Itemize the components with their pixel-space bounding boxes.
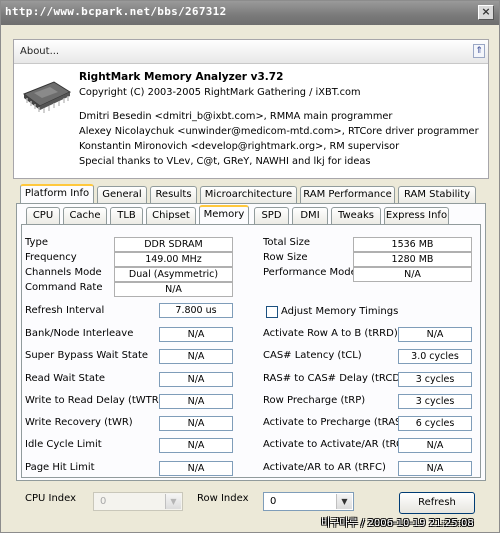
- timing-value: 3 cycles: [398, 372, 472, 387]
- timing-label: Read Wait State: [25, 373, 106, 384]
- about-panel: About... ⇑ RightMark Memory Analyzer v3.…: [13, 39, 489, 179]
- close-button[interactable]: ×: [478, 5, 494, 20]
- title-bar[interactable]: http://www.bcpark.net/bbs/267312 ×: [1, 1, 499, 25]
- type-label: Type: [25, 237, 48, 248]
- row-size-value: 1280 MB: [353, 252, 472, 267]
- timing-label: Activate to Activate/AR (tRC): [263, 439, 407, 450]
- app-name: RightMark Memory Analyzer v3.72: [79, 71, 284, 83]
- tab-memory[interactable]: Memory: [199, 205, 249, 224]
- cpu-index-label: CPU Index: [25, 493, 77, 504]
- timing-label: Idle Cycle Limit: [25, 439, 102, 450]
- tab-cache[interactable]: Cache: [63, 207, 107, 224]
- tab-general[interactable]: General: [97, 186, 147, 203]
- timing-value: N/A: [159, 349, 233, 364]
- performance-mode-label: Performance Mode: [263, 267, 357, 278]
- refresh-interval-value: 7.800 us: [159, 303, 233, 318]
- timing-value: 3 cycles: [398, 394, 472, 409]
- tab-cpu[interactable]: CPU: [26, 207, 60, 224]
- timing-value: N/A: [159, 327, 233, 342]
- tab-chipset[interactable]: Chipset: [146, 207, 196, 224]
- chevron-down-icon[interactable]: ▼: [165, 494, 181, 509]
- about-header-label: About...: [20, 46, 60, 57]
- tab-platform-info[interactable]: Platform Info: [20, 184, 94, 203]
- adjust-timings-checkbox[interactable]: [266, 306, 278, 318]
- tab-microarchitecture[interactable]: Microarchitecture: [200, 186, 297, 203]
- watermark-text: 비구마루 / 2006-10-19 21:25:08: [321, 518, 474, 529]
- timing-label: Bank/Node Interleave: [25, 328, 134, 339]
- timing-value: N/A: [398, 438, 472, 453]
- timing-label: Activate/AR to AR (tRFC): [263, 462, 386, 473]
- timing-label: Write to Read Delay (tWTR): [25, 395, 163, 406]
- timing-value: N/A: [398, 327, 472, 342]
- tab-ram-performance[interactable]: RAM Performance: [300, 186, 395, 203]
- timing-label: Activate to Precharge (tRAS): [263, 417, 406, 428]
- refresh-interval-label: Refresh Interval: [25, 305, 105, 316]
- timing-label: Super Bypass Wait State: [25, 350, 149, 361]
- refresh-button[interactable]: Refresh: [399, 492, 475, 514]
- tab-express-info[interactable]: Express Info: [384, 207, 449, 224]
- timing-label: RAS# to CAS# Delay (tRCD): [263, 373, 404, 384]
- frequency-value: 149.00 MHz: [114, 252, 233, 267]
- cpu-index-dropdown[interactable]: 0 ▼: [93, 492, 183, 511]
- channels-value: Dual (Asymmetric): [114, 267, 233, 282]
- timing-value: N/A: [398, 461, 472, 476]
- timing-label: Page Hit Limit: [25, 462, 95, 473]
- timing-value: N/A: [159, 416, 233, 431]
- timing-value: 3.0 cycles: [398, 349, 472, 364]
- timing-value: N/A: [159, 438, 233, 453]
- credit-line: Alexey Nicolaychuk <unwinder@medicom-mtd…: [79, 126, 479, 137]
- tab-dmi[interactable]: DMI: [292, 207, 328, 224]
- timing-value: 6 cycles: [398, 416, 472, 431]
- app-window: http://www.bcpark.net/bbs/267312 × About…: [0, 0, 500, 533]
- tab-spd[interactable]: SPD: [254, 207, 289, 224]
- tab-ram-stability[interactable]: RAM Stability: [398, 186, 476, 203]
- timing-value: N/A: [159, 461, 233, 476]
- collapse-icon[interactable]: ⇑: [473, 44, 485, 58]
- performance-mode-value: N/A: [353, 267, 472, 282]
- channels-label: Channels Mode: [25, 267, 102, 278]
- credit-line: Dmitri Besedin <dmitri_b@ixbt.com>, RMMA…: [79, 111, 393, 122]
- cpu-index-value: 0: [100, 496, 107, 507]
- main-tab-strip: Platform Info General Results Microarchi…: [20, 184, 480, 203]
- timing-label: Activate Row A to B (tRRD): [263, 328, 398, 339]
- timing-label: Write Recovery (tWR): [25, 417, 133, 428]
- frequency-label: Frequency: [25, 252, 77, 263]
- timing-value: N/A: [159, 372, 233, 387]
- type-value: DDR SDRAM: [114, 237, 233, 252]
- row-index-dropdown[interactable]: 0 ▼: [263, 492, 354, 511]
- adjust-timings-label[interactable]: Adjust Memory Timings: [281, 306, 398, 317]
- timing-value: N/A: [159, 394, 233, 409]
- credit-line: Special thanks to VLev, C@t, GReY, NAWHI…: [79, 156, 371, 167]
- tab-tweaks[interactable]: Tweaks: [331, 207, 381, 224]
- window-title: http://www.bcpark.net/bbs/267312: [5, 5, 227, 18]
- tab-results[interactable]: Results: [150, 186, 197, 203]
- memory-chip-icon: [22, 81, 72, 113]
- about-header[interactable]: About... ⇑: [14, 40, 488, 64]
- chevron-down-icon[interactable]: ▼: [336, 494, 352, 509]
- row-size-label: Row Size: [263, 252, 308, 263]
- timing-label: CAS# Latency (tCL): [263, 350, 362, 361]
- sub-tab-strip: CPU Cache TLB Chipset Memory SPD DMI Twe…: [26, 205, 481, 224]
- copyright-text: Copyright (C) 2003-2005 RightMark Gather…: [79, 87, 361, 98]
- row-index-value: 0: [270, 496, 277, 507]
- tab-tlb[interactable]: TLB: [110, 207, 143, 224]
- total-size-value: 1536 MB: [353, 237, 472, 252]
- timing-label: Row Precharge (tRP): [263, 395, 366, 406]
- command-rate-value: N/A: [114, 282, 233, 297]
- credit-line: Konstantin Mironovich <develop@rightmark…: [79, 141, 400, 152]
- command-rate-label: Command Rate: [25, 282, 103, 293]
- total-size-label: Total Size: [263, 237, 311, 248]
- row-index-label: Row Index: [197, 493, 249, 504]
